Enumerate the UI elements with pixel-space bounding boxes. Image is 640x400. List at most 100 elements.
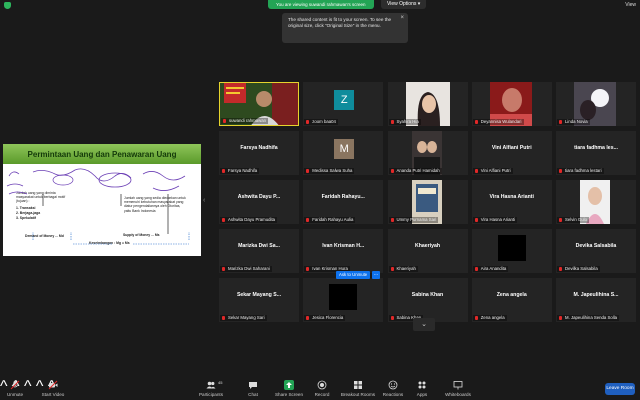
participant-name-large: M. Japeulihina S... (573, 292, 619, 298)
start-video-label: Start Video (41, 392, 65, 397)
participant-name-label: Selvin Gulo (557, 217, 589, 223)
view-button[interactable]: View (625, 1, 636, 9)
participant-name-label: Syahira Hia (388, 119, 421, 125)
participant-tile[interactable]: tiara fadhma les... tiara fadhma lestari (556, 131, 636, 175)
handwritten-annotations (6, 168, 190, 245)
reactions-button[interactable]: Reactions (380, 378, 406, 400)
participant-name-large: Vira Hasna Arianti (489, 194, 534, 200)
close-icon[interactable]: × (400, 15, 404, 21)
view-options-caret-icon: ▾ (417, 1, 421, 7)
participant-name-label: zoom baa04 (304, 119, 338, 125)
participant-tile[interactable]: suwandi rahmawan (219, 82, 299, 126)
participant-name-label: Ananda Putri Hamidah (388, 168, 442, 174)
participant-name-label: Aira Anandita (472, 266, 509, 272)
collapse-handle-icon[interactable]: ‹ (203, 196, 207, 206)
participant-name-label: Vira Hasna Arianti (472, 217, 518, 223)
participants-count: 45 (218, 380, 223, 385)
share-screen-button[interactable]: Share Screen (274, 378, 304, 400)
participant-tile[interactable]: Ananda Putri Hamidah (387, 131, 468, 175)
apps-icon (417, 380, 427, 390)
slide-title: Permintaan Uang dan Penawaran Uang (3, 144, 201, 164)
participant-tile[interactable]: Faridah Rahayu... Faridah Rahayu Aulia (303, 180, 384, 224)
unmute-button[interactable]: Unmute (4, 378, 26, 400)
start-video-button[interactable]: Start Video (38, 378, 68, 400)
participant-name-large: Marizka Dwi Sa... (238, 243, 280, 249)
participant-tile[interactable]: M Medissa Salwa Suha (303, 131, 384, 175)
next-page-button[interactable]: ⌄ (413, 318, 435, 331)
participant-tile[interactable]: Deyannisa Wulandari (471, 82, 552, 126)
whiteboards-icon (453, 380, 463, 390)
participant-tile[interactable]: Farsya Nadhifa Farsya Nadhifa (219, 131, 299, 175)
participant-tile[interactable]: Ummy Purnama Sari (387, 180, 468, 224)
participant-name-large: Farsya Nadhifa (240, 145, 278, 151)
participant-name-large: Zena angela (496, 292, 527, 298)
participant-name-label: Zena angela (472, 315, 507, 321)
breakout-rooms-button[interactable]: Breakout Rooms (338, 378, 378, 400)
share-screen-label: Share Screen (274, 392, 304, 397)
tooltip-text: The shared content is fit to your screen… (288, 17, 392, 28)
leave-room-button[interactable]: Leave Room (605, 383, 635, 395)
more-options-button[interactable]: ... (372, 271, 380, 279)
participant-name-label: Faridah Rahayu Aulia (304, 217, 356, 223)
participant-name-label: Linda Novia (557, 119, 590, 125)
shared-slide: Permintaan Uang dan Penawaran Uang Jumla… (3, 144, 201, 256)
viewing-screen-banner: You are viewing suwandi rahmawan's scree… (268, 0, 374, 9)
whiteboards-label: Whiteboards (445, 392, 471, 397)
participant-tile[interactable]: Zena angela Zena angela (471, 278, 552, 322)
participant-grid: suwandi rahmawan Zzoom baa04 Syahira Hia De… (219, 82, 636, 327)
participants-icon (206, 380, 216, 390)
participant-name-large: Khaeriyah (414, 243, 441, 249)
participant-name-large: Vini Alfiani Putri (491, 145, 532, 151)
participant-tile[interactable]: Khaeriyah Khaeriyah (387, 229, 468, 273)
participant-name-label: Sekar Mayang Sari (220, 315, 267, 321)
participant-tile[interactable]: Sabina Khan Sabina Khan (387, 278, 468, 322)
share-screen-icon (284, 380, 294, 390)
participant-name-large: Sekar Mayang S... (236, 292, 282, 298)
participant-tile[interactable]: M. Japeulihina S... M. Japeulihina Senda … (556, 278, 636, 322)
participant-tile[interactable]: Vini Alfiani Putri Vini Alfiani Putri (471, 131, 552, 175)
mic-muted-icon (10, 380, 20, 390)
breakout-rooms-icon (353, 380, 363, 390)
apps-label: Apps (416, 392, 428, 397)
participant-tile[interactable]: Zzoom baa04 (303, 82, 384, 126)
participant-name-large: tiara fadhma les... (574, 145, 618, 151)
record-button[interactable]: Record (311, 378, 333, 400)
participant-name-large: Ashwita Dayu P... (237, 194, 281, 200)
participant-tile[interactable]: Selvin Gulo (556, 180, 636, 224)
reactions-icon (388, 380, 398, 390)
participant-name-label: tiara fadhma lestari (557, 168, 604, 174)
participant-name-label: Jesica Florencia (304, 315, 346, 321)
participant-tile[interactable]: Aira Anandita (471, 229, 552, 273)
meeting-toolbar: Unmute ^ Start Video ^ Participants 45 ^… (0, 378, 640, 400)
breakout-rooms-label: Breakout Rooms (340, 392, 376, 397)
avatar: Z (334, 90, 355, 110)
chat-button[interactable]: Chat (243, 378, 263, 400)
participant-tile[interactable]: Jesica Florencia (303, 278, 384, 322)
ask-to-unmute-button[interactable]: Ask to Unmute (336, 271, 371, 279)
participant-tile[interactable]: Vira Hasna Arianti Vira Hasna Arianti (471, 180, 552, 224)
participant-tile[interactable]: Ivan Krisman H... Ivan Krisman Hura (303, 229, 384, 273)
participant-name-large: Faridah Rahayu... (321, 194, 365, 200)
participant-name-large: Sabina Khan (411, 292, 444, 298)
apps-button[interactable]: Apps (412, 378, 432, 400)
top-bar: You are viewing suwandi rahmawan's scree… (0, 0, 640, 10)
participant-name-large: Ivan Krisman H... (322, 243, 365, 249)
reactions-label: Reactions (382, 392, 404, 397)
participant-name-label: Ummy Purnama Sari (388, 217, 439, 223)
shield-icon[interactable] (4, 2, 11, 9)
view-options-button[interactable]: View Options ▾ (381, 0, 427, 9)
participant-name-label: Deyannisa Wulandari (472, 119, 524, 125)
video-off-icon (48, 380, 58, 390)
participant-tile[interactable]: Marizka Dwi Sa... Marizka Dwi Saharani (219, 229, 299, 273)
participant-tile[interactable]: Devika Salsabila Devilka Salsabila (556, 229, 636, 273)
participant-name-label: Marizka Dwi Saharani (220, 266, 272, 272)
participant-video (329, 284, 358, 310)
participant-name-large: Devika Salsabila (575, 243, 617, 249)
whiteboards-button[interactable]: Whiteboards (441, 378, 475, 400)
participant-name-label: suwandi rahmawan (221, 118, 269, 124)
participant-tile[interactable]: Linda Novia (556, 82, 636, 126)
participant-tile[interactable]: Ashwita Dayu P... Ashwita Dayu Pramudita (219, 180, 299, 224)
participant-name-label: M. Japeulihina Senda Solla (557, 315, 620, 321)
participant-tile[interactable]: Syahira Hia (387, 82, 468, 126)
participant-tile[interactable]: Sekar Mayang S... Sekar Mayang Sari (219, 278, 299, 322)
